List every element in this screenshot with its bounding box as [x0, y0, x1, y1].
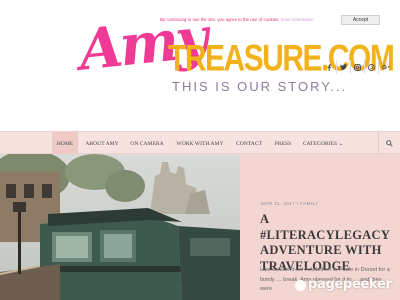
nav-about-amy[interactable]: ABOUT AMY [82, 132, 122, 155]
social-links [322, 60, 392, 74]
nav-work-with-amy[interactable]: WORK WITH AMY [172, 132, 228, 155]
nav-press[interactable]: PRESS [271, 132, 295, 155]
nav-on-camera[interactable]: ON CAMERA [127, 132, 167, 155]
main-nav: HOME ABOUT AMY ON CAMERA WORK WITH AMY C… [0, 131, 400, 155]
nav-categories[interactable]: CATEGORIES ⌄ [300, 132, 346, 155]
nav-contact[interactable]: CONTACT [232, 132, 266, 155]
logo-tagline: THIS IS OUR STORY... [172, 79, 348, 94]
twitter-icon[interactable] [336, 60, 350, 74]
googleplus-icon[interactable] [378, 60, 392, 74]
watermark: pagepeeker [308, 277, 392, 292]
post-date: MAR 31, 2017 [261, 201, 296, 206]
train-photo [0, 154, 240, 300]
facebook-icon[interactable] [322, 60, 336, 74]
instagram-icon[interactable] [350, 60, 364, 74]
post-meta: MAR 31, 2017 / FAMILY [261, 201, 319, 206]
nav-home[interactable]: HOME [52, 132, 78, 155]
post-category[interactable]: FAMILY [300, 201, 318, 206]
post-title[interactable]: A #LITERACYLEGACY ADVENTURE WITH TRAVELO… [260, 212, 392, 274]
featured-image-steam-train[interactable] [0, 154, 240, 300]
search-button[interactable] [378, 132, 400, 155]
search-icon [386, 140, 393, 147]
watermark-logo-icon [295, 280, 306, 291]
pinterest-icon[interactable] [364, 60, 378, 74]
